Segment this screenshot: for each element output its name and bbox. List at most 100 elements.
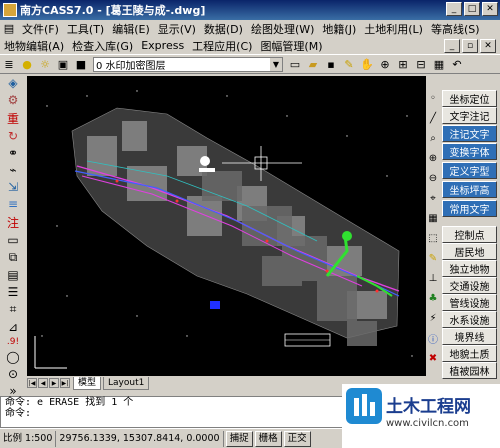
zoom-out-icon[interactable]: ⊖ — [427, 170, 440, 187]
text-style-icon[interactable]: ⚙ — [5, 93, 21, 107]
menu-bar-1: ▤ 文件(F) 工具(T) 编辑(E) 显示(V) 数据(D) 绘图处理(W) … — [0, 20, 500, 37]
bolt-icon[interactable]: ⚡ — [427, 310, 440, 327]
delete-icon[interactable]: ✖ — [427, 350, 440, 367]
menu-check[interactable]: 检查入库(G) — [68, 38, 137, 54]
btn-transport[interactable]: 交通设施 — [442, 277, 497, 294]
layers-icon[interactable]: ≣ — [1, 56, 17, 72]
btn-residential[interactable]: 居民地 — [442, 243, 497, 260]
first-tab-icon[interactable]: |◀ — [27, 378, 37, 388]
rect-icon[interactable]: ▭ — [5, 233, 21, 247]
refresh-icon[interactable]: ↻ — [5, 129, 21, 143]
copy-icon[interactable]: ⧉ — [5, 250, 21, 265]
annotate-icon[interactable]: 注 — [5, 214, 21, 230]
tab-model[interactable]: 模型 — [73, 376, 102, 390]
grid-toggle[interactable]: 栅格 — [254, 430, 282, 447]
point-icon[interactable]: ⊙ — [5, 367, 21, 381]
btn-coord-locate[interactable]: 坐标定位 — [442, 90, 497, 107]
btn-change-font[interactable]: 变换字体 — [442, 143, 497, 160]
sun-icon[interactable]: ☼ — [37, 56, 53, 72]
menu-feature-edit[interactable]: 地物编辑(A) — [0, 38, 68, 54]
btn-text-annotation[interactable]: 文字注记 — [442, 107, 497, 124]
btn-water-system[interactable]: 水系设施 — [442, 311, 497, 328]
table-icon[interactable]: ▤ — [5, 268, 21, 282]
measure-icon[interactable]: ⇲ — [5, 180, 21, 194]
menu-engineering[interactable]: 工程应用(C) — [188, 38, 256, 54]
lightbulb-icon[interactable]: ● — [19, 56, 35, 72]
layer-dropdown[interactable]: 0 水印加密图层 ▼ — [93, 56, 283, 72]
select-icon[interactable]: ⬚ — [427, 230, 440, 247]
site-watermark: 土木工程网 www.civilcn.com — [342, 384, 500, 448]
menu-drawing[interactable]: 绘图处理(W) — [247, 21, 318, 37]
btn-control-point[interactable]: 控制点 — [442, 226, 497, 243]
pencil-icon[interactable]: ✎ — [341, 56, 357, 72]
pin-icon[interactable]: ⊥ — [427, 270, 440, 287]
tab-layout1[interactable]: Layout1 — [103, 376, 150, 390]
left-toolbar: ◈ ⚙ 重 ↻ ⚭ ⌁ ⇲ ≡ 注 ▭ ⧉ ▤ ☰ ⌗ ⊿ .9! ◯ ⊙ » — [2, 76, 24, 398]
btn-define-font[interactable]: 定义字型 — [442, 162, 497, 179]
minimize-button[interactable]: _ — [446, 2, 462, 16]
circle-icon[interactable]: ◯ — [5, 350, 21, 364]
axis-indicator — [34, 336, 67, 369]
new-file-icon[interactable]: ▭ — [287, 56, 303, 72]
prev-tab-icon[interactable]: ◀ — [38, 378, 48, 388]
zoom-previous-icon[interactable]: ⊟ — [413, 56, 429, 72]
menu-edit[interactable]: 编辑(E) — [108, 21, 154, 37]
zoom-in-icon[interactable]: ⊕ — [427, 150, 440, 167]
heavy-icon[interactable]: 重 — [5, 110, 21, 126]
btn-pipeline[interactable]: 管线设施 — [442, 294, 497, 311]
zoom-window-icon[interactable]: ⊞ — [395, 56, 411, 72]
chevron-down-icon[interactable]: ▼ — [270, 57, 282, 71]
maximize-button[interactable]: □ — [464, 2, 480, 16]
green-node — [342, 231, 352, 241]
stack-icon[interactable]: ≡ — [5, 197, 21, 211]
btn-independent-feature[interactable]: 独立地物 — [442, 260, 497, 277]
menu-view[interactable]: 显示(V) — [154, 21, 200, 37]
ortho-toggle[interactable]: 正交 — [283, 430, 311, 447]
menu-landuse[interactable]: 土地利用(L) — [360, 21, 427, 37]
color-swatch-icon[interactable]: ■ — [73, 56, 89, 72]
pipe-icon[interactable]: ⌁ — [5, 163, 21, 177]
doc-minimize-button[interactable]: _ — [444, 38, 460, 53]
line-tool-icon[interactable]: ╱ — [427, 110, 440, 127]
doc-close-button[interactable]: ✕ — [480, 38, 496, 53]
point-tool-icon[interactable]: ◦ — [427, 90, 440, 107]
btn-annotate-text[interactable]: 注记文字 — [442, 125, 497, 142]
btn-boundary[interactable]: 境界线 — [442, 328, 497, 345]
tree-icon[interactable]: ♣ — [427, 290, 440, 307]
link-icon[interactable]: ⚭ — [5, 146, 21, 160]
menu-contour[interactable]: 等高线(S) — [427, 21, 484, 37]
close-button[interactable]: ✕ — [482, 2, 498, 16]
menu-tools[interactable]: 工具(T) — [63, 21, 108, 37]
lock-icon[interactable]: ▣ — [55, 56, 71, 72]
btn-coord-elevation[interactable]: 坐标坪高 — [442, 181, 497, 198]
doc-restore-button[interactable]: ▫ — [462, 38, 478, 53]
search-icon[interactable]: ⌕ — [427, 130, 440, 147]
info-icon[interactable]: ⓘ — [427, 330, 440, 347]
btn-common-text[interactable]: 常用文字 — [442, 200, 497, 217]
menu-express[interactable]: Express — [137, 39, 188, 52]
menu-sheet[interactable]: 图幅管理(M) — [256, 38, 326, 54]
next-tab-icon[interactable]: ▶ — [49, 378, 59, 388]
list-icon[interactable]: ☰ — [5, 285, 21, 299]
pan-hand-icon[interactable]: ✋ — [359, 56, 375, 72]
brush-icon[interactable]: ✎ — [427, 250, 440, 267]
btn-vegetation[interactable]: 植被园林 — [442, 362, 497, 379]
save-icon[interactable]: ▪ — [323, 56, 339, 72]
crop-icon[interactable]: ⌗ — [5, 302, 21, 317]
scale-icon[interactable]: ⊿ — [5, 320, 21, 334]
zoom-icon[interactable]: ⊕ — [377, 56, 393, 72]
last-tab-icon[interactable]: ▶| — [60, 378, 70, 388]
btn-landform[interactable]: 地貌土质 — [442, 345, 497, 362]
grid-icon[interactable]: ▦ — [431, 56, 447, 72]
undo-icon[interactable]: ↶ — [449, 56, 465, 72]
snap-toggle[interactable]: 捕捉 — [225, 430, 253, 447]
layer-manager-icon[interactable]: ◈ — [5, 76, 21, 90]
drawing-canvas[interactable] — [27, 76, 426, 376]
grid-small-icon[interactable]: ▦ — [427, 210, 440, 227]
menu-cadastre[interactable]: 地籍(J) — [318, 21, 360, 37]
open-folder-icon[interactable]: ▰ — [305, 56, 321, 72]
menu-data[interactable]: 数据(D) — [200, 21, 247, 37]
menu-file[interactable]: 文件(F) — [18, 21, 63, 37]
number-icon[interactable]: .9! — [5, 337, 21, 347]
zoom-extents-icon[interactable]: ⌖ — [427, 190, 440, 207]
